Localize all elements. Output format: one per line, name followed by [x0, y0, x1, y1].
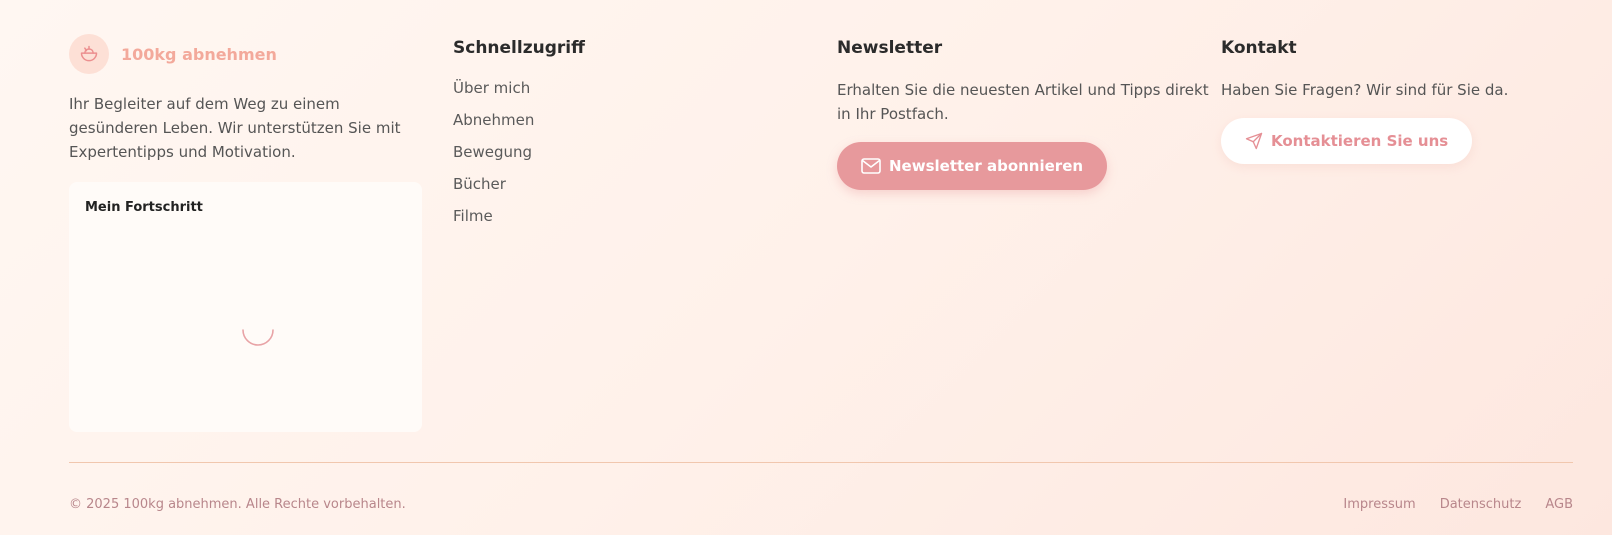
- legal-link-agb[interactable]: AGB: [1545, 497, 1573, 512]
- salad-bowl-icon: [69, 34, 109, 74]
- brand-description: Ihr Begleiter auf dem Weg zu einem gesün…: [69, 95, 401, 161]
- quicklinks-title: Schnellzugriff: [453, 38, 585, 58]
- newsletter-title: Newsletter: [837, 38, 943, 58]
- footer-bottom-bar: © 2025 100kg abnehmen. Alle Rechte vorbe…: [69, 497, 1573, 512]
- mail-icon: [861, 158, 881, 174]
- copyright-text: © 2025 100kg abnehmen. Alle Rechte vorbe…: [69, 497, 406, 512]
- legal-link-datenschutz[interactable]: Datenschutz: [1440, 497, 1522, 512]
- loading-spinner-icon: [242, 329, 274, 346]
- legal-link-impressum[interactable]: Impressum: [1343, 497, 1415, 512]
- footer-quicklinks-column: Schnellzugriff Über mich Abnehmen Bewegu…: [453, 34, 837, 432]
- contact-title: Kontakt: [1221, 38, 1297, 58]
- footer-contact-column: Kontakt Haben Sie Fragen? Wir sind für S…: [1221, 34, 1571, 432]
- quicklink-bewegung[interactable]: Bewegung: [453, 142, 837, 174]
- footer-divider: [69, 462, 1573, 463]
- footer-newsletter-column: Newsletter Erhalten Sie die neuesten Art…: [837, 34, 1221, 432]
- progress-chart-area: [85, 215, 406, 405]
- quicklink-filme[interactable]: Filme: [453, 206, 837, 238]
- quicklink-ueber-mich[interactable]: Über mich: [453, 78, 837, 110]
- progress-card: Mein Fortschritt: [69, 182, 422, 432]
- send-icon: [1245, 132, 1263, 150]
- newsletter-button-label: Newsletter abonnieren: [889, 157, 1084, 175]
- quicklink-buecher[interactable]: Bücher: [453, 174, 837, 206]
- quicklink-abnehmen[interactable]: Abnehmen: [453, 110, 837, 142]
- newsletter-subscribe-button[interactable]: Newsletter abonnieren: [837, 142, 1108, 190]
- legal-links: Impressum Datenschutz AGB: [1319, 497, 1573, 512]
- contact-button[interactable]: Kontaktieren Sie uns: [1221, 118, 1473, 164]
- newsletter-text: Erhalten Sie die neuesten Artikel und Ti…: [837, 81, 1209, 123]
- contact-button-label: Kontaktieren Sie uns: [1271, 132, 1449, 150]
- contact-text: Haben Sie Fragen? Wir sind für Sie da.: [1221, 81, 1509, 99]
- brand[interactable]: 100kg abnehmen: [69, 34, 422, 74]
- site-footer: 100kg abnehmen Ihr Begleiter auf dem Weg…: [0, 0, 1612, 535]
- footer-brand-column: 100kg abnehmen Ihr Begleiter auf dem Weg…: [69, 34, 422, 432]
- footer-columns: 100kg abnehmen Ihr Begleiter auf dem Weg…: [69, 34, 1573, 432]
- quicklinks-list: Über mich Abnehmen Bewegung Bücher Filme: [453, 78, 837, 238]
- brand-name: 100kg abnehmen: [121, 44, 277, 64]
- progress-title: Mein Fortschritt: [85, 200, 203, 215]
